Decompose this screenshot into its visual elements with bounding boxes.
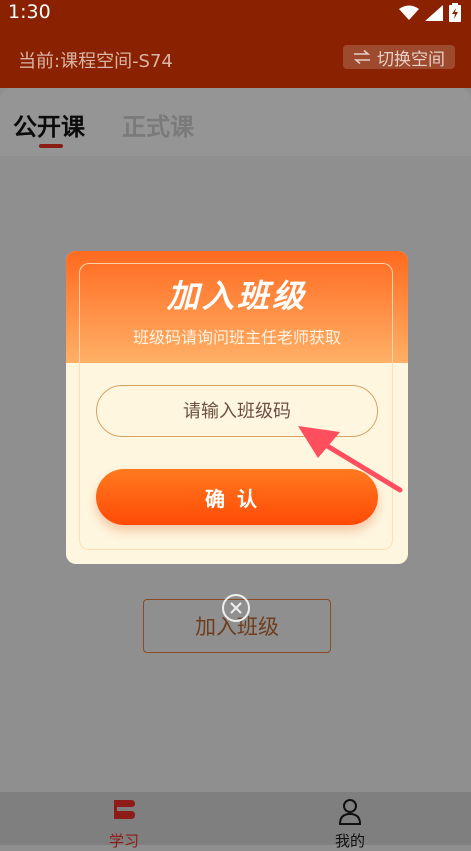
active-tab-indicator — [39, 144, 63, 148]
bottom-nav: 学习 我的 — [0, 792, 471, 850]
join-class-modal: 加入班级 班级码请询问班主任老师获取 确认 — [66, 251, 408, 564]
signal-icon — [425, 4, 443, 21]
modal-title: 加入班级 — [166, 277, 307, 315]
nav-label-mine: 我的 — [334, 832, 365, 850]
modal-subtitle: 班级码请询问班主任老师获取 — [132, 328, 341, 347]
confirm-label: 确认 — [205, 486, 269, 511]
switch-space-button[interactable]: 切换空间 — [343, 45, 455, 70]
current-space-label: 当前:课程空间-S74 — [18, 51, 173, 72]
header: 当前:课程空间-S74 切换空间 — [0, 26, 471, 88]
nav-label-study: 学习 — [108, 832, 139, 850]
status-icons — [399, 3, 461, 22]
person-icon — [338, 799, 362, 825]
nav-item-mine[interactable]: 我的 — [290, 792, 410, 850]
battery-icon — [449, 3, 461, 22]
swap-icon — [353, 50, 371, 64]
nav-item-study[interactable]: 学习 — [64, 792, 184, 850]
pointer-arrow-icon — [298, 426, 403, 493]
close-icon[interactable] — [221, 593, 251, 623]
book-icon — [114, 800, 135, 819]
switch-space-label: 切换空间 — [377, 49, 445, 70]
tab-formal-course[interactable]: 正式课 — [122, 107, 194, 142]
status-bar: 1:30 — [0, 0, 471, 26]
status-time: 1:30 — [8, 1, 51, 23]
tab-public-course[interactable]: 公开课 — [13, 107, 85, 142]
course-tabs: 公开课 正式课 — [0, 88, 471, 156]
wifi-icon — [399, 5, 419, 20]
